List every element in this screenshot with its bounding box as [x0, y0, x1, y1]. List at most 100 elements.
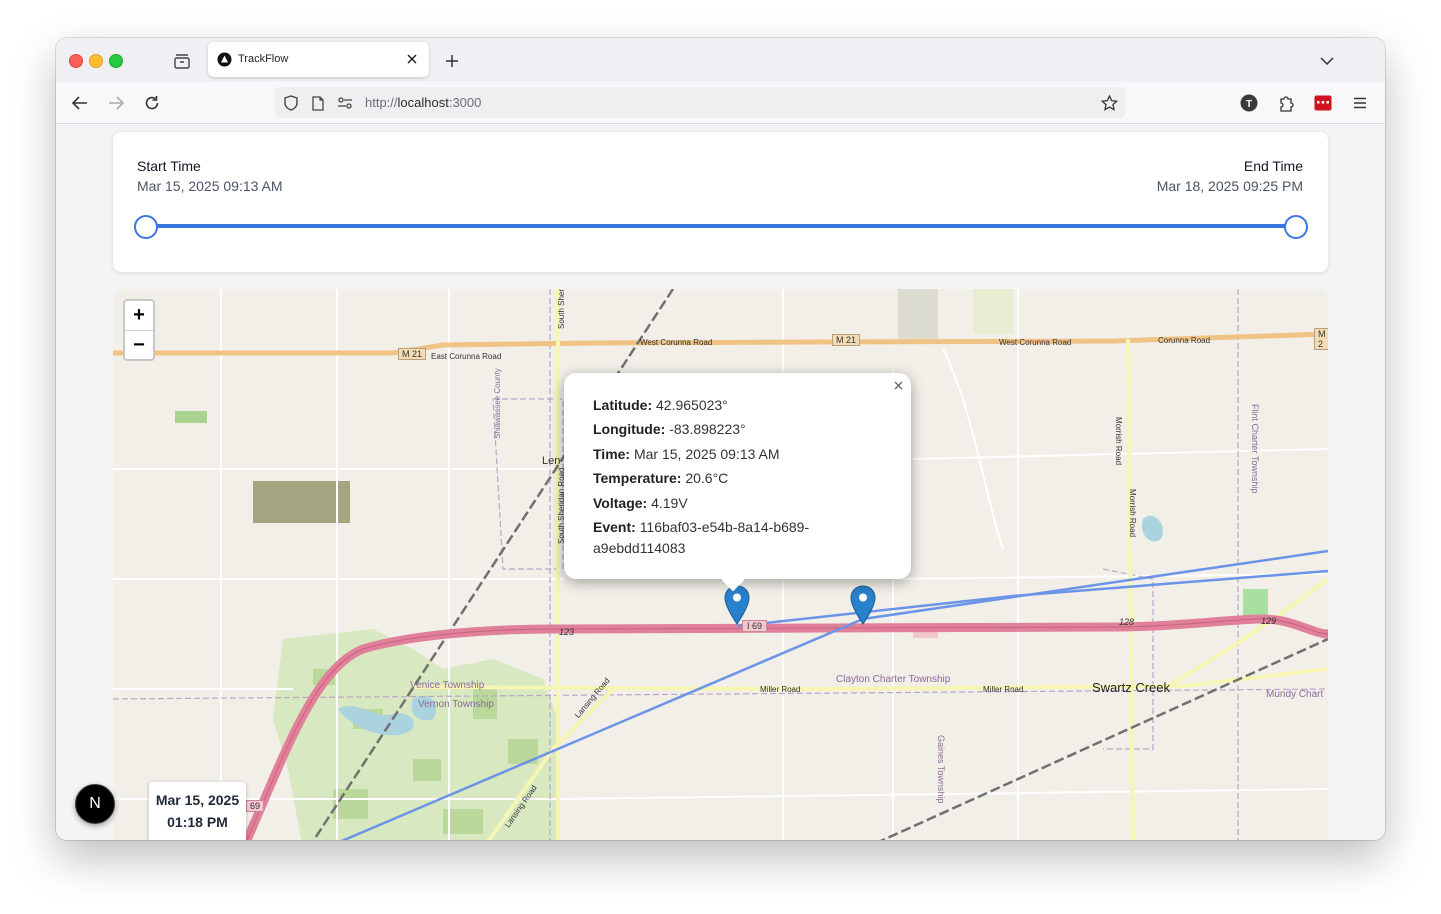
popup-event: Event: 116baf03-e54b-8a14-b689- — [593, 517, 809, 538]
map[interactable]: M 21 East Corunna Road West Corunna Road… — [113, 289, 1328, 840]
exit-128-label: 128 — [1119, 617, 1135, 627]
url-port: :3000 — [448, 95, 482, 110]
reload-icon[interactable] — [141, 92, 163, 114]
map-marker-selected[interactable] — [724, 585, 750, 625]
end-time-value: Mar 18, 2025 09:25 PM — [1156, 178, 1303, 194]
zoom-in-button[interactable]: + — [125, 301, 153, 331]
miller-road-label-2: Miller Road — [983, 685, 1024, 694]
new-tab-icon[interactable] — [442, 51, 462, 71]
tab-bar: TrackFlow — [56, 38, 1385, 82]
morrish-road-label-1: Morrish Road — [1114, 417, 1123, 466]
corunna-road — [113, 331, 1328, 356]
current-time-badge: Mar 15, 2025 01:18 PM — [149, 782, 246, 840]
popup-latitude: Latitude: 42.965023° — [593, 395, 728, 416]
i69-shield-2: 69 — [246, 800, 265, 812]
popup-temperature: Temperature: 20.6°C — [593, 468, 728, 489]
nextjs-dev-badge[interactable]: N — [75, 784, 115, 824]
zoom-control: + − — [123, 299, 155, 361]
miller-road-label-1: Miller Road — [760, 685, 801, 694]
vernon-township-label: Vernon Township — [418, 699, 494, 710]
map-pin-icon — [850, 585, 876, 625]
account-avatar-icon[interactable]: T — [1238, 92, 1260, 114]
west-corunna-road-label-2: West Corunna Road — [999, 338, 1072, 347]
address-bar[interactable]: http://localhost:3000 — [275, 87, 1126, 118]
bookmark-star-icon[interactable] — [1100, 94, 1118, 112]
end-time-slider-handle[interactable] — [1284, 215, 1308, 239]
m21-shield-edge: M 2 — [1314, 328, 1328, 350]
longitude-value: -83.898223° — [669, 421, 746, 437]
green-patch — [413, 759, 441, 781]
temperature-label: Temperature: — [593, 470, 682, 486]
time-range-card: Start Time Mar 15, 2025 09:13 AM End Tim… — [113, 132, 1328, 272]
west-corunna-road-label: West Corunna Road — [640, 338, 713, 347]
popup-longitude: Longitude: -83.898223° — [593, 419, 746, 440]
venice-township-label: Venice Township — [410, 680, 485, 691]
park-area — [973, 289, 1013, 334]
page-icon[interactable] — [309, 94, 327, 112]
event-label: Event: — [593, 519, 636, 535]
start-time-label: Start Time — [137, 158, 201, 174]
popup-close-icon[interactable] — [891, 378, 905, 392]
event-value-line1: 116baf03-e54b-8a14-b689- — [639, 519, 810, 535]
current-time: 01:18 PM — [167, 814, 228, 830]
railway — [879, 637, 1328, 840]
swartz-creek-label: Swartz Creek — [1092, 680, 1171, 695]
start-time-slider-handle[interactable] — [134, 215, 158, 239]
morrish-road — [1126, 338, 1135, 840]
extensions-puzzle-icon[interactable] — [1275, 92, 1297, 114]
page-content: Start Time Mar 15, 2025 09:13 AM End Tim… — [56, 124, 1385, 840]
map-marker[interactable] — [850, 585, 876, 625]
tab-title: TrackFlow — [238, 53, 289, 65]
back-arrow-icon[interactable] — [69, 92, 91, 114]
park-area — [1243, 589, 1268, 619]
popup-event-continued: a9ebdd114083 — [593, 540, 686, 556]
url-scheme: http:// — [365, 95, 398, 110]
corunna-road-label: Corunna Road — [1158, 336, 1211, 345]
temperature-value: 20.6°C — [685, 470, 729, 486]
latitude-label: Latitude: — [593, 397, 653, 413]
tab-trackflow[interactable]: TrackFlow — [208, 42, 429, 77]
time-range-slider-track[interactable] — [146, 224, 1296, 228]
m21-shield-2: M 21 — [832, 334, 861, 346]
permissions-icon[interactable] — [336, 94, 354, 112]
flint-charter-township-label: Flint Charter Township — [1250, 404, 1260, 494]
morrish-road-label-2: Morrish Road — [1128, 489, 1137, 538]
current-date: Mar 15, 2025 — [155, 792, 240, 808]
park-area — [175, 411, 207, 423]
east-corunna-road-label: East Corunna Road — [431, 352, 502, 361]
m21-shield: M 21 — [398, 348, 427, 360]
built-area — [898, 289, 938, 339]
trackflow-favicon-icon — [217, 52, 232, 67]
url-text[interactable]: http://localhost:3000 — [365, 95, 481, 110]
browser-window: TrackFlow http://localhost:3000 T Start … — [56, 38, 1385, 840]
forward-arrow-icon[interactable] — [105, 92, 127, 114]
shield-icon[interactable] — [282, 94, 300, 112]
exit-123-label: 123 — [559, 627, 575, 637]
tab-overview-icon[interactable] — [172, 52, 192, 70]
lennon-label: Len — [542, 455, 561, 467]
marker-popup: Latitude: 42.965023° Longitude: -83.8982… — [564, 373, 911, 592]
minimize-window-button[interactable] — [89, 54, 103, 68]
voltage-label: Voltage: — [593, 495, 648, 511]
industrial-area — [253, 481, 350, 523]
maximize-window-button[interactable] — [109, 54, 123, 68]
popup-time: Time: Mar 15, 2025 09:13 AM — [593, 444, 780, 465]
tab-close-icon[interactable] — [403, 50, 421, 68]
clayton-charter-township-label: Clayton Charter Township — [836, 674, 951, 685]
zoom-out-button[interactable]: − — [125, 331, 153, 360]
shiawassee-county-label: Shiawassee County — [493, 368, 502, 439]
hamburger-menu-icon[interactable] — [1349, 92, 1371, 114]
mundy-charter-label: Mundy Chart — [1266, 689, 1324, 700]
close-window-button[interactable] — [69, 54, 83, 68]
green-patch — [333, 789, 368, 819]
extension-red-icon[interactable] — [1312, 92, 1334, 114]
pond — [1141, 515, 1163, 542]
url-host: localhost — [397, 95, 449, 110]
gaines-township-label: Gaines Township — [936, 735, 946, 804]
chevron-down-icon[interactable] — [1317, 51, 1337, 71]
map-pin-icon — [724, 585, 750, 625]
south-sheridan-top-label: South Sheri — [557, 289, 566, 329]
start-time-value: Mar 15, 2025 09:13 AM — [137, 178, 283, 194]
exit-129-label: 129 — [1261, 616, 1277, 626]
latitude-value: 42.965023° — [656, 397, 728, 413]
